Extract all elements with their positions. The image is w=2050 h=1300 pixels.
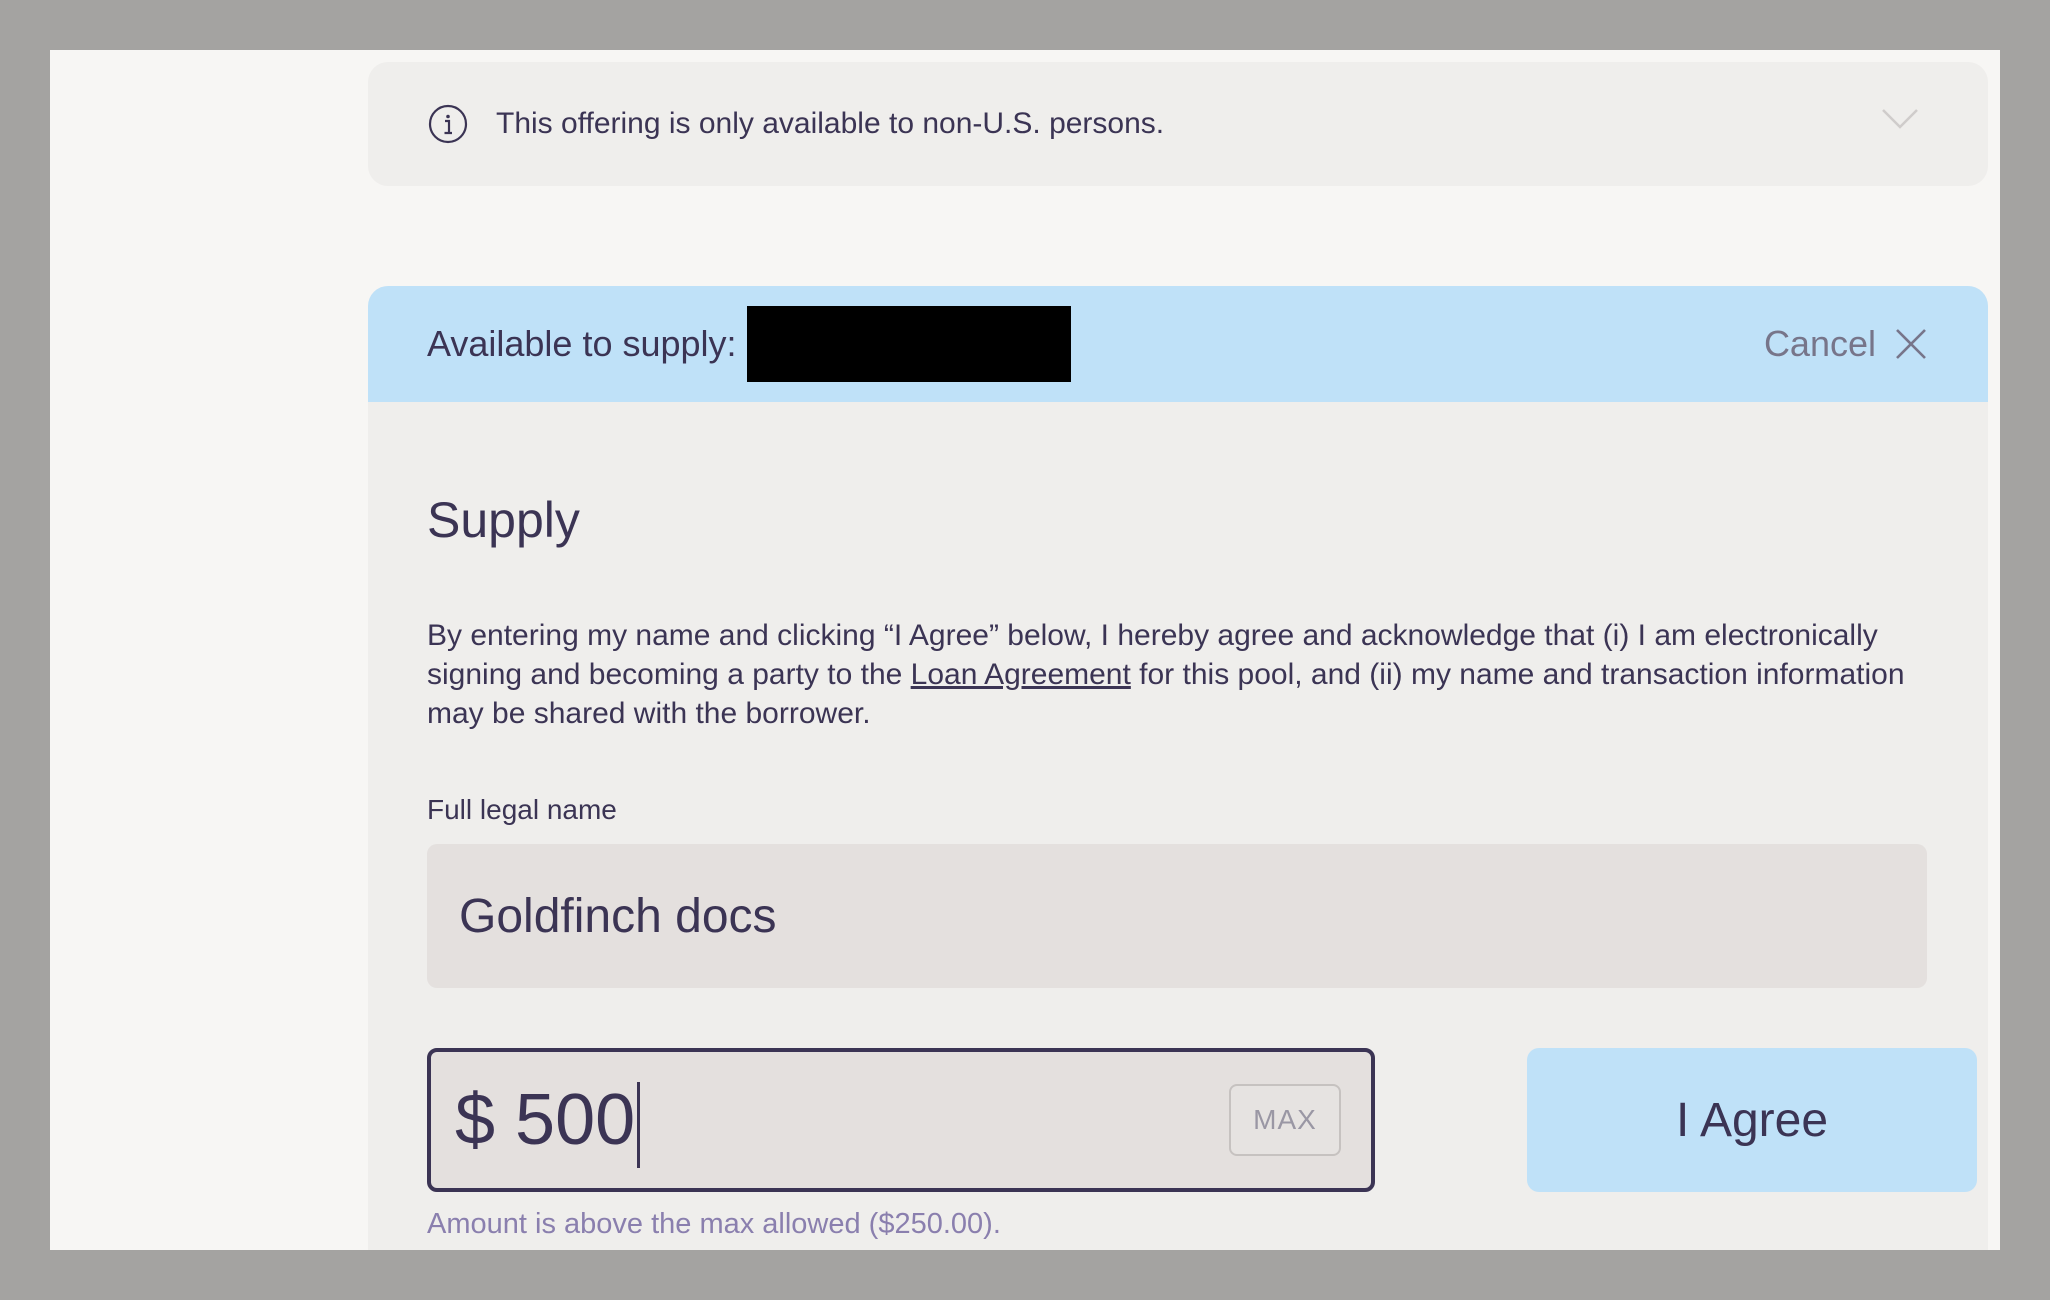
amount-input[interactable]: $ 500 MAX <box>427 1048 1375 1192</box>
amount-error-message: Amount is above the max allowed ($250.00… <box>427 1208 1001 1240</box>
agreement-text: By entering my name and clicking “I Agre… <box>427 616 1947 733</box>
offering-notice[interactable]: This offering is only available to non-U… <box>368 62 1988 186</box>
available-to-supply-label: Available to supply: <box>427 323 737 364</box>
notice-text: This offering is only available to non-U… <box>496 107 1165 140</box>
cancel-button[interactable]: Cancel <box>1764 286 1928 402</box>
cancel-label: Cancel <box>1763 323 1876 364</box>
redacted-balance <box>747 306 1071 382</box>
supply-card: Available to supply: Cancel Supply By en… <box>368 286 1988 1250</box>
amount-value: $ 500 <box>455 1052 641 1188</box>
text-cursor <box>637 1081 641 1168</box>
app-screen: This offering is only available to non-U… <box>50 50 2000 1250</box>
i-agree-button[interactable]: I Agree <box>1527 1048 1977 1192</box>
close-icon <box>1896 329 1926 359</box>
loan-agreement-link[interactable]: Loan Agreement <box>911 658 1131 691</box>
info-icon <box>428 104 468 144</box>
full-legal-name-input[interactable] <box>427 844 1927 988</box>
supply-title: Supply <box>427 492 580 548</box>
full-legal-name-label: Full legal name <box>427 794 617 825</box>
supply-header: Available to supply: Cancel <box>368 286 1988 402</box>
chevron-down-icon[interactable] <box>1880 106 1920 132</box>
amount-value-text: $ 500 <box>455 1080 636 1160</box>
max-button[interactable]: MAX <box>1229 1084 1341 1156</box>
